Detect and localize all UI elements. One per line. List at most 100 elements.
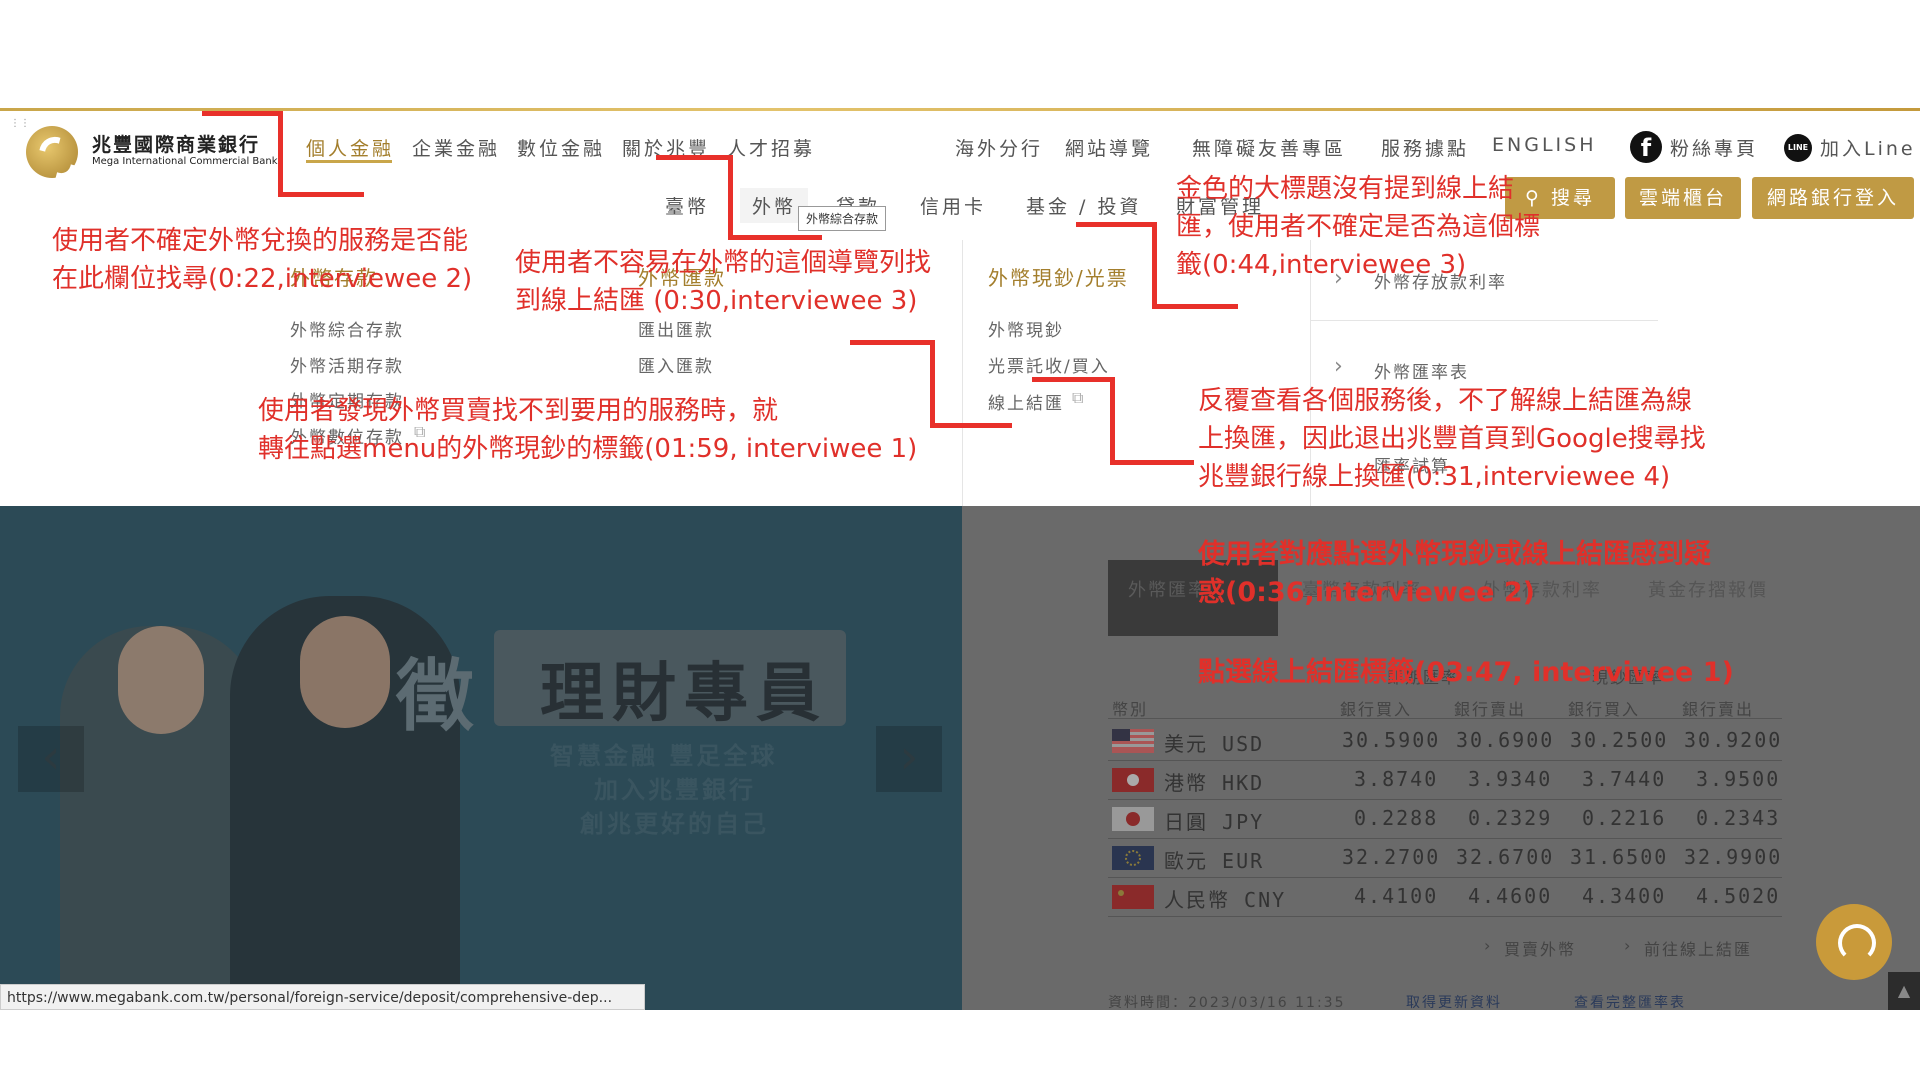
nav-corporate[interactable]: 企業金融 xyxy=(412,134,500,161)
annotation-line xyxy=(1152,222,1157,308)
facebook-icon[interactable]: f xyxy=(1630,131,1662,163)
buy-sell-fx-link[interactable]: 買賣外幣 xyxy=(1504,936,1576,960)
annotation-note: 點選線上結匯標籤(03:47, interviwee 1) xyxy=(1198,657,1734,688)
line-label[interactable]: 加入Line xyxy=(1820,134,1916,161)
banner-subtitle: 智慧金融 豐足全球 xyxy=(550,742,778,770)
hero-banner[interactable]: 徵 理財專員 智慧金融 豐足全球 加入兆豐銀行 創兆更好的自己 ‹ › xyxy=(0,506,962,1010)
annotation-note: 使用者不容易在外幣的這個導覽列找 到線上結匯 (0:30,interviewee … xyxy=(515,248,932,316)
banner-face-image xyxy=(300,616,390,728)
online-settlement-link[interactable]: 前往線上結匯 xyxy=(1644,936,1752,960)
menu-item[interactable]: 光票託收/買入 xyxy=(988,352,1110,377)
banner-subtitle: 創兆更好的自己 xyxy=(580,810,769,838)
rate-value: 4.5020 xyxy=(1696,884,1781,908)
menu-cat-cash[interactable]: 外幣現鈔/光票 xyxy=(988,262,1129,291)
line-icon[interactable]: LINE xyxy=(1784,134,1812,162)
menu-item[interactable]: 外幣綜合存款 xyxy=(290,316,404,341)
annotation-line xyxy=(930,423,1012,428)
column-header: 銀行賣出 xyxy=(1682,700,1755,719)
data-time: 資料時間：2023/03/16 11:35 xyxy=(1108,995,1346,1011)
annotation-line xyxy=(930,340,935,428)
bank-logo[interactable]: 兆豐國際商業銀行 Mega International Commercial B… xyxy=(26,126,278,182)
us-flag-icon xyxy=(1112,729,1154,753)
rate-value: 30.6900 xyxy=(1456,728,1555,752)
eu-flag-icon xyxy=(1112,846,1154,870)
annotation-note: 金色的大標題沒有提到線上結 匯，使用者不確定是否為這個標 籤(0:44,interv… xyxy=(1176,174,1541,280)
menu-divider xyxy=(962,240,963,506)
nav-careers[interactable]: 人才招募 xyxy=(727,134,815,161)
annotation-line xyxy=(728,155,733,239)
column-header: 銀行賣出 xyxy=(1454,700,1527,719)
nav-locations[interactable]: 服務據點 xyxy=(1381,134,1469,161)
table-row: 人民幣 CNY 4.4100 4.4600 4.3400 4.5020 xyxy=(1108,878,1782,917)
refresh-link[interactable]: 取得更新資料 xyxy=(1406,992,1502,1012)
annotation-line xyxy=(656,155,732,160)
chevron-right-icon: › xyxy=(1624,936,1633,955)
annotation-line xyxy=(1110,460,1194,465)
rate-value: 4.3400 xyxy=(1582,884,1667,908)
nav-english[interactable]: ENGLISH xyxy=(1492,134,1596,156)
cloud-counter-button[interactable]: 雲端櫃台 xyxy=(1625,177,1741,219)
header-top-border xyxy=(0,108,1920,111)
rate-value: 0.2329 xyxy=(1468,806,1553,830)
annotation-line xyxy=(1032,377,1114,382)
menu-divider xyxy=(1310,320,1658,321)
rate-value: 32.6700 xyxy=(1456,845,1555,869)
nav-accessibility[interactable]: 無障礙友善專區 xyxy=(1192,134,1346,161)
nav-digital[interactable]: 數位金融 xyxy=(517,134,605,161)
subnav-funds[interactable]: 基金 / 投資 xyxy=(1026,192,1141,219)
table-divider xyxy=(1108,718,1782,719)
subnav-twd[interactable]: 臺幣 xyxy=(665,192,709,219)
facebook-label[interactable]: 粉絲專頁 xyxy=(1670,134,1758,161)
rate-value: 3.7440 xyxy=(1582,767,1667,791)
annotation-line xyxy=(1110,377,1115,465)
banner-face-image xyxy=(118,626,204,734)
annotation-line xyxy=(728,235,822,240)
annotation-line xyxy=(278,111,283,197)
rate-value: 30.5900 xyxy=(1342,728,1441,752)
logo-cn-text: 兆豐國際商業銀行 xyxy=(92,134,261,156)
nav-sitemap[interactable]: 網站導覽 xyxy=(1065,134,1153,161)
column-header: 銀行買入 xyxy=(1568,700,1641,719)
logo-en-text: Mega International Commercial Bank xyxy=(92,156,278,167)
scroll-top-button[interactable]: ▲ xyxy=(1888,972,1920,1010)
column-header: 幣別 xyxy=(1112,700,1149,719)
menu-item[interactable]: 匯入匯款 xyxy=(638,352,714,377)
cn-flag-icon xyxy=(1112,885,1154,909)
rate-value: 0.2288 xyxy=(1354,806,1439,830)
chevron-right-icon: › xyxy=(1334,354,1343,379)
annotation-line xyxy=(1076,222,1156,227)
currency-name: 港幣 HKD xyxy=(1164,771,1265,795)
online-banking-login-button[interactable]: 網路銀行登入 xyxy=(1752,177,1914,219)
table-row: 美元 USD 30.5900 30.6900 30.2500 30.9200 xyxy=(1108,722,1782,761)
nav-overseas[interactable]: 海外分行 xyxy=(955,134,1043,161)
currency-name: 日圓 JPY xyxy=(1164,810,1265,834)
menu-item-online-settlement[interactable]: 線上結匯 xyxy=(988,389,1064,414)
annotation-note: 使用者不確定外幣兌換的服務是否能 在此欄位找尋(0:22,interviewee … xyxy=(52,226,473,294)
status-url: https://www.megabank.com.tw/personal/for… xyxy=(0,984,645,1010)
rate-value: 0.2216 xyxy=(1582,806,1667,830)
rate-value: 31.6500 xyxy=(1570,845,1669,869)
tooltip: 外幣綜合存款 xyxy=(798,206,887,231)
full-rate-link[interactable]: 查看完整匯率表 xyxy=(1574,992,1686,1012)
nav-personal[interactable]: 個人金融 xyxy=(306,134,394,161)
rate-value: 0.2343 xyxy=(1696,806,1781,830)
annotation-line xyxy=(202,111,282,116)
annotation-line xyxy=(850,340,934,345)
chat-support-button[interactable] xyxy=(1816,904,1892,980)
currency-name: 歐元 EUR xyxy=(1164,849,1265,873)
menu-item[interactable]: 外幣活期存款 xyxy=(290,352,404,377)
carousel-prev-button[interactable]: ‹ xyxy=(18,726,84,792)
annotation-note: 反覆查看各個服務後，不了解線上結匯為線 上換匯，因此退出兆豐首頁到Google搜尋… xyxy=(1198,386,1706,492)
annotation-note: 使用者發現外幣買賣找不到要用的服務時，就 轉往點選menu的外幣現鈔的標籤(01:… xyxy=(258,396,918,464)
carousel-next-button[interactable]: › xyxy=(876,726,942,792)
jp-flag-icon xyxy=(1112,807,1154,831)
rate-value: 3.9340 xyxy=(1468,767,1553,791)
subnav-cards[interactable]: 信用卡 xyxy=(920,192,986,219)
menu-right-item[interactable]: 外幣匯率表 xyxy=(1374,358,1469,383)
currency-name: 美元 USD xyxy=(1164,732,1265,756)
table-row: 日圓 JPY 0.2288 0.2329 0.2216 0.2343 xyxy=(1108,800,1782,839)
rate-value: 4.4100 xyxy=(1354,884,1439,908)
currency-name: 人民幣 CNY xyxy=(1164,888,1287,912)
menu-item[interactable]: 外幣現鈔 xyxy=(988,316,1064,341)
table-row: 歐元 EUR 32.2700 32.6700 31.6500 32.9900 xyxy=(1108,839,1782,878)
